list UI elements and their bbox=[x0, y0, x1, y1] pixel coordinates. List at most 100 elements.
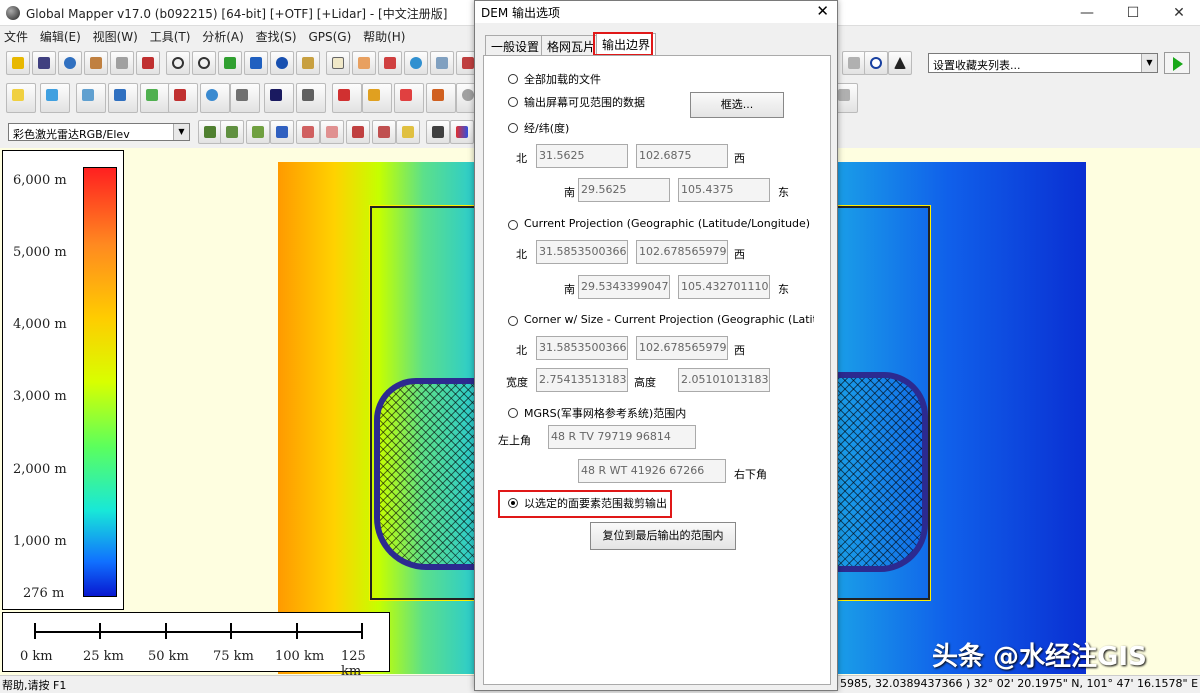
open-file-icon[interactable] bbox=[6, 51, 30, 75]
label-north: 北 bbox=[516, 248, 527, 261]
lidar-buildings-icon[interactable] bbox=[270, 120, 294, 144]
lidar-water-icon[interactable] bbox=[296, 120, 320, 144]
menu-analysis[interactable]: 分析(A) bbox=[198, 26, 248, 47]
radio-current-projection[interactable] bbox=[508, 220, 518, 230]
menu-tools[interactable]: 工具(T) bbox=[146, 26, 195, 47]
text-tool-icon[interactable] bbox=[332, 83, 362, 113]
zoom-in-icon[interactable] bbox=[166, 51, 190, 75]
radio-visible-screen[interactable] bbox=[508, 97, 518, 107]
tab-general[interactable]: 一般设置 bbox=[485, 35, 546, 55]
save-icon[interactable] bbox=[32, 51, 56, 75]
latlon-south-field[interactable]: 29.5625 bbox=[578, 178, 670, 202]
tools-icon[interactable] bbox=[136, 51, 160, 75]
menu-search[interactable]: 查找(S) bbox=[252, 26, 301, 47]
menu-gps[interactable]: GPS(G) bbox=[304, 28, 355, 46]
config-icon[interactable] bbox=[110, 51, 134, 75]
proj-south-field[interactable]: 29.53433990478 bbox=[578, 275, 670, 299]
menu-file[interactable]: 文件 bbox=[0, 26, 32, 47]
selected-area-feature-right[interactable] bbox=[836, 372, 928, 572]
minimize-button[interactable]: — bbox=[1064, 0, 1110, 26]
grid-icon[interactable] bbox=[230, 83, 260, 113]
scale-tick bbox=[296, 623, 298, 639]
measure-icon[interactable] bbox=[378, 51, 402, 75]
menu-view[interactable]: 视图(W) bbox=[89, 26, 142, 47]
elevation-legend: 6,000 m 5,000 m 4,000 m 3,000 m 2,000 m … bbox=[2, 150, 124, 610]
lidar-edit-icon[interactable] bbox=[396, 120, 420, 144]
label-south: 南 bbox=[564, 283, 575, 296]
refresh-icon[interactable] bbox=[270, 51, 294, 75]
label-east: 东 bbox=[778, 186, 789, 199]
move-feature-icon[interactable] bbox=[108, 83, 138, 113]
mgrs-upper-left-field[interactable]: 48 R TV 79719 96814 bbox=[548, 425, 696, 449]
reset-last-extent-button[interactable]: 复位到最后输出的范围内 bbox=[590, 522, 736, 550]
lidar-filter-icon[interactable] bbox=[426, 120, 450, 144]
grid-view-icon[interactable] bbox=[296, 51, 320, 75]
home-icon[interactable] bbox=[244, 51, 268, 75]
lidar-grid-icon[interactable] bbox=[450, 120, 474, 144]
close-icon[interactable]: ✕ bbox=[816, 2, 829, 20]
scale-tick bbox=[99, 623, 101, 639]
digitize-area-icon[interactable] bbox=[6, 83, 36, 113]
draw-box-button[interactable]: 框选... bbox=[690, 92, 784, 118]
scale-label: 50 km bbox=[148, 649, 189, 664]
zoom-out-icon[interactable] bbox=[192, 51, 216, 75]
tab-grid-tiles[interactable]: 格网瓦片 bbox=[541, 35, 602, 55]
latlon-north-field[interactable]: 31.5625 bbox=[536, 144, 628, 168]
buffer-icon[interactable] bbox=[200, 83, 230, 113]
dem-export-dialog: DEM 输出选项 ✕ 一般设置 格网瓦片 输出边界 全部加载的文件 输出屏幕可见… bbox=[474, 0, 838, 691]
snap-icon[interactable] bbox=[362, 83, 392, 113]
lidar-ac-icon[interactable] bbox=[372, 120, 396, 144]
lidar-class-icon[interactable] bbox=[320, 120, 344, 144]
layer-style-select[interactable]: 彩色激光雷达RGB/Elev ▼ bbox=[8, 123, 190, 141]
proj-east-field[interactable]: 105.4327011108 bbox=[678, 275, 770, 299]
path-profile-icon[interactable] bbox=[430, 51, 454, 75]
status-coordinates: 5985, 32.0389437366 ) 32° 02' 20.1975" N… bbox=[840, 677, 1199, 690]
radio-lat-lon[interactable] bbox=[508, 123, 518, 133]
close-window-button[interactable]: ✕ bbox=[1156, 0, 1200, 26]
scale-tick bbox=[34, 623, 36, 639]
scale-label: 100 km bbox=[275, 649, 325, 664]
zoom-full-icon[interactable] bbox=[218, 51, 242, 75]
label-mgrs: MGRS(军事网格参考系统)范围内 bbox=[524, 407, 687, 420]
edit-vertex-icon[interactable] bbox=[76, 83, 106, 113]
info-icon[interactable] bbox=[404, 51, 428, 75]
merge-icon[interactable] bbox=[394, 83, 424, 113]
lidar-ag-icon[interactable] bbox=[346, 120, 370, 144]
latlon-east-field[interactable]: 105.4375 bbox=[678, 178, 770, 202]
code-icon[interactable] bbox=[168, 83, 198, 113]
favorites-select[interactable]: 设置收藏夹列表... ▼ bbox=[928, 53, 1158, 73]
corner-width-field[interactable]: 2.754135131835 bbox=[536, 368, 628, 392]
lidar-mv-icon[interactable] bbox=[220, 120, 244, 144]
path-icon[interactable] bbox=[426, 83, 456, 113]
split-icon[interactable] bbox=[140, 83, 170, 113]
digitize-line-icon[interactable] bbox=[40, 83, 70, 113]
line-tool-icon[interactable] bbox=[296, 83, 326, 113]
catalog-icon[interactable] bbox=[84, 51, 108, 75]
maximize-button[interactable]: ☐ bbox=[1110, 0, 1156, 26]
search-icon[interactable] bbox=[326, 51, 350, 75]
north-arrow-icon[interactable] bbox=[888, 51, 912, 75]
proj-north-field[interactable]: 31.58535003662 bbox=[536, 240, 628, 264]
corner-north-field[interactable]: 31.58535003662 bbox=[536, 336, 628, 360]
latlon-west-field[interactable]: 102.6875 bbox=[636, 144, 728, 168]
go-button[interactable] bbox=[1164, 52, 1190, 74]
proj-west-field[interactable]: 102.6785659790 bbox=[636, 240, 728, 264]
pan-hand-icon[interactable] bbox=[352, 51, 376, 75]
selected-area-feature[interactable] bbox=[374, 378, 480, 570]
corner-west-field[interactable]: 102.6785659790 bbox=[636, 336, 728, 360]
lidar-lv-icon[interactable] bbox=[198, 120, 222, 144]
mgrs-lower-right-field[interactable]: 48 R WT 41926 67266 bbox=[578, 459, 726, 483]
radio-mgrs[interactable] bbox=[508, 408, 518, 418]
points-icon[interactable] bbox=[264, 83, 294, 113]
radio-corner-size[interactable] bbox=[508, 316, 518, 326]
legend-label: 2,000 m bbox=[13, 462, 67, 477]
globe-icon[interactable] bbox=[58, 51, 82, 75]
corner-height-field[interactable]: 2.051010131835 bbox=[678, 368, 770, 392]
menu-edit[interactable]: 编辑(E) bbox=[36, 26, 85, 47]
legend-label: 1,000 m bbox=[13, 534, 67, 549]
digitizer-icon[interactable] bbox=[842, 51, 866, 75]
menu-help[interactable]: 帮助(H) bbox=[359, 26, 409, 47]
radio-all-loaded[interactable] bbox=[508, 74, 518, 84]
gps-target-icon[interactable] bbox=[864, 51, 888, 75]
lidar-hv-icon[interactable] bbox=[246, 120, 270, 144]
